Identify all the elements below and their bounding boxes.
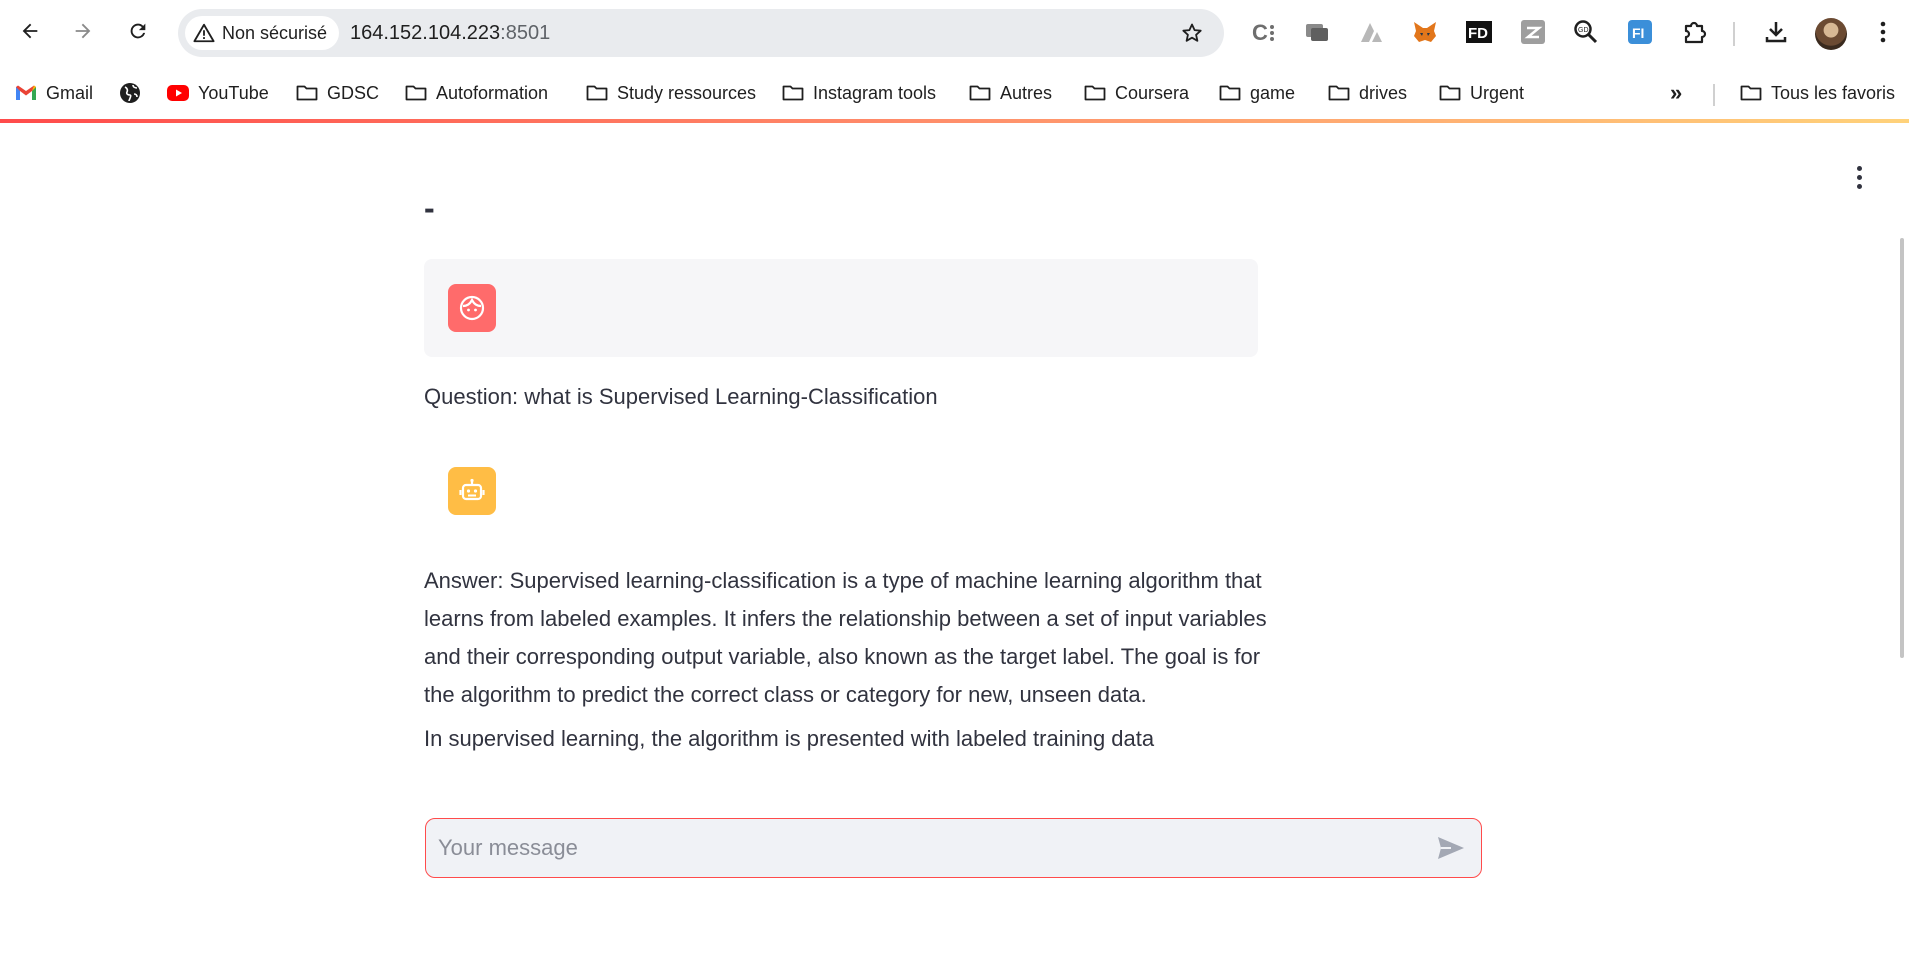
globe-icon: [120, 83, 140, 103]
app-header-decoration: [0, 119, 1909, 123]
url-text[interactable]: 164.152.104.223:8501: [350, 22, 550, 45]
browser-toolbar: Non sécurisé 164.152.104.223:8501 C FD G…: [0, 0, 1909, 68]
folder-icon: [296, 85, 318, 101]
search-extension-icon[interactable]: GD: [1571, 17, 1601, 47]
bookmark-gmail[interactable]: Gmail: [14, 76, 93, 110]
bookmark-label: Instagram tools: [813, 82, 937, 103]
svg-text:GD: GD: [1578, 27, 1589, 34]
security-chip[interactable]: Non sécurisé: [185, 16, 340, 50]
bookmark-label: Autoformation: [436, 82, 549, 103]
chat-message-user: [424, 259, 1258, 357]
bookmark-folder-urgent[interactable]: Urgent: [1438, 76, 1524, 110]
forward-button[interactable]: [66, 14, 100, 48]
svg-text:FI: FI: [1632, 25, 1644, 41]
bookmark-folder-autres[interactable]: Autres: [968, 76, 1052, 110]
bookmark-label: game: [1250, 82, 1296, 103]
bookmarks-separator: [1713, 84, 1715, 106]
bookmark-folder-game[interactable]: game: [1218, 76, 1295, 110]
bookmark-label: Gmail: [46, 82, 94, 103]
bookmark-folder-all-bookmarks[interactable]: Tous les favoris: [1739, 76, 1895, 110]
answer-text: Answer: Supervised learning-classificati…: [424, 568, 1267, 707]
folder-icon: [782, 85, 804, 101]
address-bar[interactable]: Non sécurisé 164.152.104.223:8501: [178, 9, 1224, 57]
puzzle-extensions-icon[interactable]: [1679, 17, 1709, 47]
svg-text:FD: FD: [1468, 25, 1488, 42]
folder-icon: [1328, 85, 1350, 101]
youtube-icon: [167, 85, 189, 101]
metamask-fox-icon[interactable]: [1410, 17, 1440, 47]
bookmark-star-icon[interactable]: [1180, 21, 1204, 45]
answer-text-continued: In supervised learning, the algorithm is…: [424, 726, 1155, 751]
bookmark-folder-study-ressources[interactable]: Study ressources: [585, 76, 756, 110]
chat-input: [425, 818, 1482, 878]
gmail-icon: [16, 85, 36, 100]
folder-icon: [586, 85, 608, 101]
folder-icon: [1084, 85, 1106, 101]
back-button[interactable]: [13, 14, 47, 48]
bookmarks-overflow-button[interactable]: »: [1670, 76, 1682, 110]
send-button[interactable]: [1435, 833, 1467, 863]
bookmark-label: Coursera: [1115, 82, 1190, 103]
bookmark-globe[interactable]: [118, 76, 142, 110]
user-avatar: [448, 284, 496, 332]
arrow-right-icon: [75, 23, 91, 39]
profile-avatar[interactable]: [1815, 18, 1847, 50]
bookmark-label: drives: [1359, 82, 1408, 103]
url-host: 164.152.104.223: [350, 22, 501, 44]
tabs-extension-icon[interactable]: [1302, 17, 1332, 47]
bookmark-folder-instagram-tools[interactable]: Instagram tools: [781, 76, 936, 110]
bookmark-folder-coursera[interactable]: Coursera: [1083, 76, 1189, 110]
arrow-left-icon: [22, 23, 38, 39]
folder-icon: [1740, 85, 1762, 101]
bookmark-folder-gdsc[interactable]: GDSC: [295, 76, 379, 110]
bookmark-label: YouTube: [198, 82, 269, 103]
bookmarks-bar: Gmail YouTube GDSC Autoformation Study r…: [0, 68, 1909, 120]
zotero-extension-icon[interactable]: [1518, 17, 1548, 47]
security-label: Non sécurisé: [222, 22, 328, 43]
fi-extension-icon[interactable]: FI: [1625, 17, 1655, 47]
bookmark-folder-autoformation[interactable]: Autoformation: [404, 76, 548, 110]
bookmark-label: Tous les favoris: [1771, 82, 1896, 103]
send-icon: [1438, 837, 1464, 859]
chat-message-assistant: Answer: Supervised learning-classificati…: [424, 562, 1284, 790]
warning-triangle-icon: [193, 23, 215, 43]
folder-icon: [969, 85, 991, 101]
fd-extension-icon[interactable]: FD: [1464, 17, 1494, 47]
bookmark-label: Autres: [1000, 82, 1053, 103]
folder-icon: [1219, 85, 1241, 101]
reload-icon: [130, 23, 146, 39]
reload-button[interactable]: [121, 14, 155, 48]
folder-icon: [1439, 85, 1461, 101]
toolbar-separator: [1733, 22, 1735, 46]
user-face-icon: [459, 295, 485, 321]
url-port: :8501: [500, 22, 551, 44]
svg-text:C: C: [1252, 20, 1268, 45]
assistant-avatar: [448, 467, 496, 515]
c-extension-icon[interactable]: C: [1249, 17, 1279, 47]
question-text: Question: what is Supervised Learning-Cl…: [424, 384, 938, 409]
folder-icon: [405, 85, 427, 101]
bookmark-label: GDSC: [327, 82, 380, 103]
bookmark-label: Study ressources: [617, 82, 757, 103]
bookmark-youtube[interactable]: YouTube: [166, 76, 269, 110]
download-icon[interactable]: [1761, 17, 1791, 47]
page-scrollbar[interactable]: [1900, 238, 1904, 658]
robot-icon: [459, 478, 485, 501]
message-input[interactable]: [438, 829, 1398, 867]
app-main-menu-button[interactable]: [1846, 162, 1872, 192]
chrome-menu-icon[interactable]: [1868, 17, 1898, 47]
arrow-extension-icon[interactable]: [1356, 17, 1386, 47]
bookmark-label: Urgent: [1470, 82, 1525, 103]
bookmark-folder-drives[interactable]: drives: [1327, 76, 1407, 110]
page-title: -: [424, 190, 435, 226]
